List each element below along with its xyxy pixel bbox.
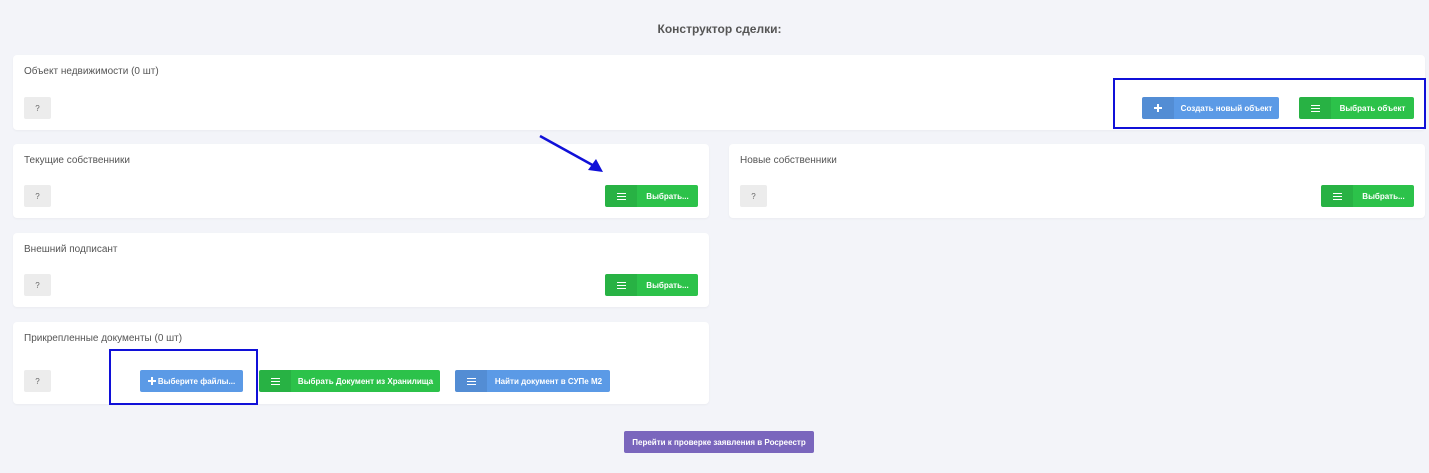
new-owners-card: Новые собственники ? Выбрать... <box>729 144 1425 218</box>
help-button[interactable]: ? <box>24 185 51 207</box>
select-external-signer-button[interactable]: Выбрать... <box>605 274 698 296</box>
find-document-label: Найти документ в СУПе М2 <box>494 376 603 386</box>
current-owners-title: Текущие собственники <box>24 155 130 166</box>
help-button[interactable]: ? <box>24 274 51 296</box>
external-signer-title: Внешний подписант <box>24 244 118 255</box>
select-label: Выбрать... <box>1362 191 1405 201</box>
select-new-owners-button[interactable]: Выбрать... <box>1321 185 1414 207</box>
select-from-storage-button[interactable]: Выбрать Документ из Хранилища <box>259 370 440 392</box>
current-owners-card: Текущие собственники ? Выбрать... <box>13 144 709 218</box>
help-button[interactable]: ? <box>24 97 51 119</box>
list-icon <box>605 185 637 207</box>
help-button[interactable]: ? <box>740 185 767 207</box>
go-to-check-button[interactable]: Перейти к проверке заявления в Росреестр <box>624 431 814 453</box>
annotation-box-object-buttons <box>1113 78 1426 129</box>
new-owners-title: Новые собственники <box>740 155 837 166</box>
help-button[interactable]: ? <box>24 370 51 392</box>
list-icon <box>259 370 291 392</box>
annotation-box-choose-files <box>109 349 258 405</box>
select-current-owners-button[interactable]: Выбрать... <box>605 185 698 207</box>
list-icon <box>455 370 487 392</box>
find-document-button[interactable]: Найти документ в СУПе М2 <box>455 370 610 392</box>
documents-title: Прикрепленные документы (0 шт) <box>24 333 183 344</box>
property-card-title: Объект недвижимости (0 шт) <box>24 66 159 77</box>
page-title: Конструктор сделки: <box>657 22 782 36</box>
list-icon <box>1321 185 1353 207</box>
select-from-storage-label: Выбрать Документ из Хранилища <box>297 376 434 386</box>
list-icon <box>605 274 637 296</box>
select-label: Выбрать... <box>646 191 689 201</box>
select-label: Выбрать... <box>646 280 689 290</box>
external-signer-card: Внешний подписант ? Выбрать... <box>13 233 709 307</box>
go-to-check-label: Перейти к проверке заявления в Росреестр <box>632 437 806 447</box>
